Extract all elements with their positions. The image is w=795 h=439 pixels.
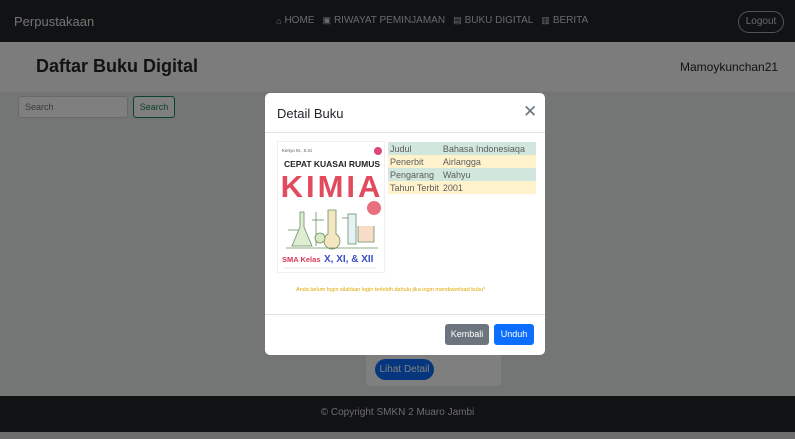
book-detail-modal: Detail Buku ✕ Kenyo M., S.Si CEPAT KUASA… [265,93,545,355]
info-label: Tahun Terbit [388,181,441,194]
cover-subject: KIMIA [281,169,384,204]
unduh-button[interactable]: Unduh [494,324,534,345]
info-label: Judul [388,142,441,155]
modal-header: Detail Buku ✕ [265,93,545,133]
cover-author: Kenyo M., S.Si [282,148,312,153]
table-row: Pengarang Wahyu [388,168,536,181]
info-value: Airlangga [440,155,536,168]
modal-title: Detail Buku [277,106,344,121]
modal-footer-divider [265,314,545,315]
info-label: Pengarang [388,168,441,181]
book-info-table: Judul Bahasa Indonesiaqa Penerbit Airlan… [388,142,536,194]
close-icon[interactable]: ✕ [523,103,537,120]
info-value: Wahyu [440,168,536,181]
table-row: Penerbit Airlangga [388,155,536,168]
cover-levels: X, XI, & XII [324,254,374,265]
kembali-button[interactable]: Kembali [445,324,489,345]
cover-level-prefix: SMA Kelas [282,255,321,264]
info-label: Penerbit [388,155,441,168]
table-row: Judul Bahasa Indonesiaqa [388,142,536,155]
info-value: 2001 [440,181,536,194]
book-cover-image: Kenyo M., S.Si CEPAT KUASAI RUMUS KIMIA … [277,141,385,273]
info-value: Bahasa Indonesiaqa [440,142,536,155]
login-warning: Anda belum login silahkan login terlebih… [296,287,486,293]
table-row: Tahun Terbit 2001 [388,181,536,194]
cover-title-line: CEPAT KUASAI RUMUS [284,159,380,169]
